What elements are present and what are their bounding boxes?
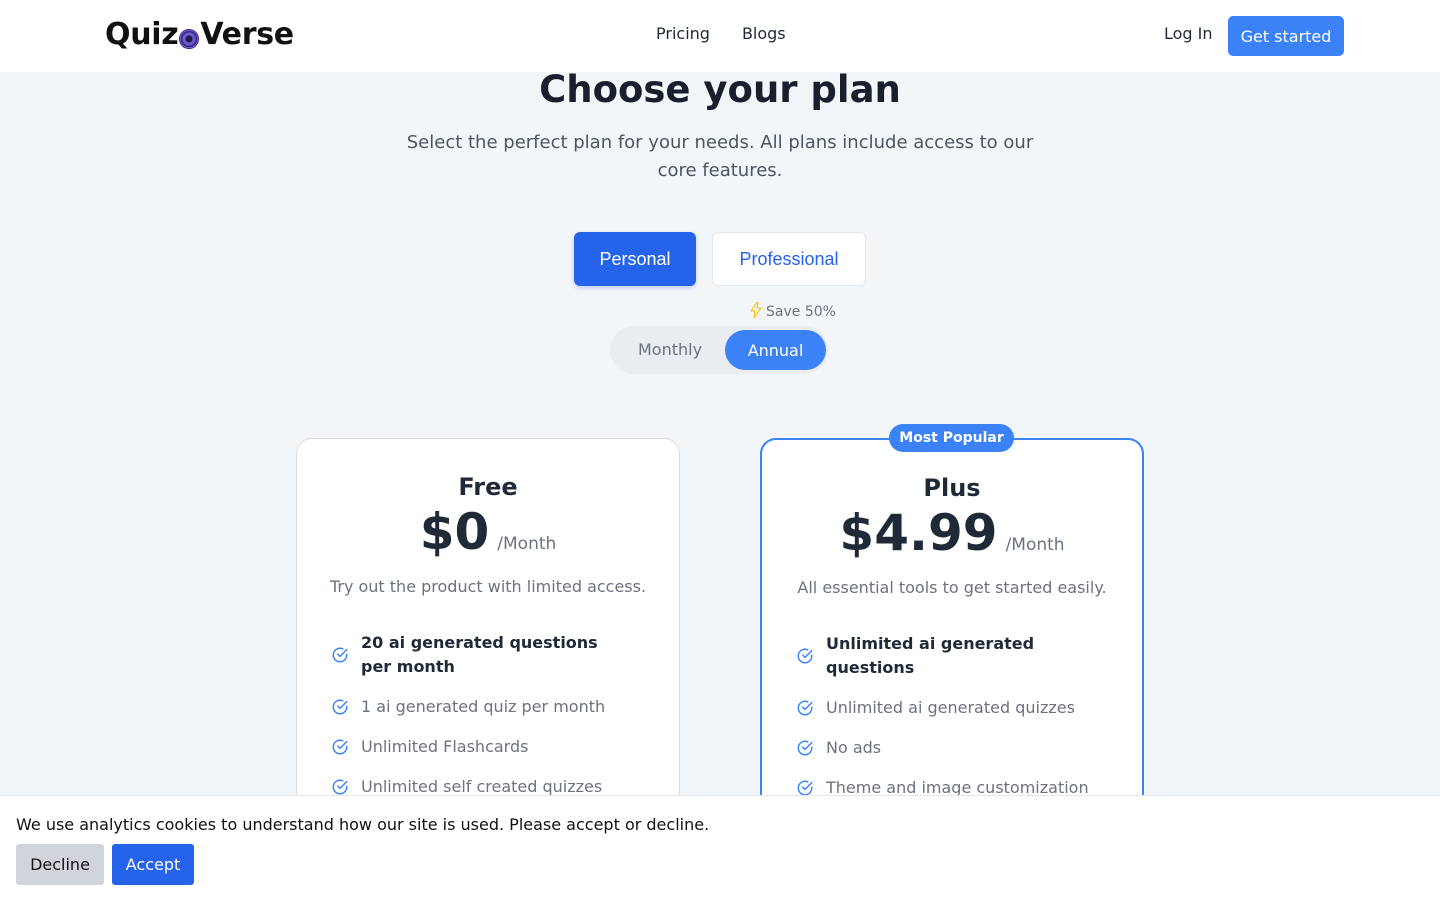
check-circle-icon [797,740,813,756]
feature-item: 1 ai generated quiz per month [331,695,631,719]
save-label: Save 50% [750,301,836,322]
plan-price: $4.99 [839,504,998,562]
feature-list: 20 ai generated questions per month 1 ai… [331,631,631,815]
nav-link-pricing[interactable]: Pricing [656,24,710,43]
check-circle-icon [332,779,348,795]
feature-text: Unlimited ai generated questions [826,634,1035,677]
feature-text: 20 ai generated questions per month [361,633,598,676]
feature-text: No ads [826,738,882,757]
check-circle-icon [797,648,813,664]
price-row: $0 /Month [297,503,679,561]
logo-text-left: Quiz [105,17,179,52]
billing-annual-option[interactable]: Annual [725,330,826,370]
accept-button[interactable]: Accept [112,844,194,885]
feature-item: 20 ai generated questions per month [331,631,631,679]
feature-text: Unlimited Flashcards [361,737,529,756]
decline-button[interactable]: Decline [16,844,104,885]
plan-description: All essential tools to get started easil… [797,578,1107,597]
main-nav: Pricing Blogs [656,24,786,43]
plan-price: $0 [419,503,490,561]
cookie-banner: We use analytics cookies to understand h… [0,795,1440,900]
feature-text: Unlimited ai generated quizzes [826,698,1075,717]
billing-monthly-option[interactable]: Monthly [638,340,702,359]
plan-period: /Month [1005,535,1065,555]
professional-tab[interactable]: Professional [712,232,866,286]
plan-period: /Month [497,534,557,554]
plan-description: Try out the product with limited access. [329,577,647,596]
most-popular-badge: Most Popular [889,424,1014,452]
login-link[interactable]: Log In [1164,24,1213,43]
page-subtitle: Select the perfect plan for your needs. … [406,132,1034,181]
logo-text-right: Verse [200,17,294,52]
save-text: Save 50% [766,304,836,320]
check-circle-icon [332,699,348,715]
cookie-message: We use analytics cookies to understand h… [16,815,710,834]
check-circle-icon [332,647,348,663]
billing-toggle: Monthly Annual [610,326,828,374]
get-started-button[interactable]: Get started [1228,16,1344,56]
feature-item: Unlimited ai generated questions [796,632,1096,680]
lightning-icon [750,301,762,322]
logo-eye-icon [179,28,200,49]
plan-name: Free [458,473,518,501]
feature-list: Unlimited ai generated questions Unlimit… [796,632,1096,816]
check-circle-icon [797,700,813,716]
nav-link-blogs[interactable]: Blogs [742,24,786,43]
feature-item: Unlimited Flashcards [331,735,631,759]
personal-tab[interactable]: Personal [574,232,696,286]
price-row: $4.99 /Month [762,504,1142,562]
check-circle-icon [332,739,348,755]
page-title: Choose your plan [539,68,901,111]
feature-item: Unlimited ai generated quizzes [796,696,1096,720]
plan-name: Plus [923,474,981,502]
feature-item: No ads [796,736,1096,760]
feature-text: 1 ai generated quiz per month [361,697,606,716]
logo[interactable]: Quiz Verse [105,17,294,52]
site-header: Quiz Verse Pricing Blogs Log In Get star… [0,0,1440,72]
